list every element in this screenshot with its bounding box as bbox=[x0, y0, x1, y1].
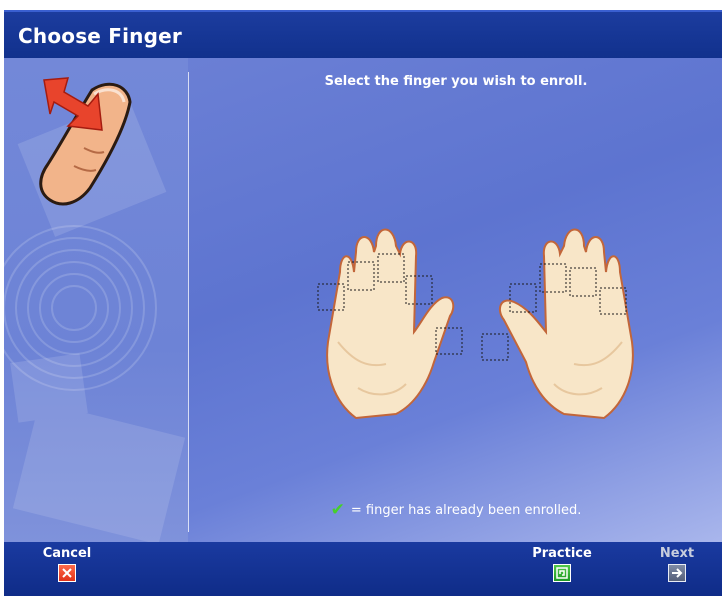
left-hand bbox=[326, 228, 455, 420]
arrow-right-icon bbox=[668, 564, 686, 582]
vertical-divider bbox=[188, 72, 189, 532]
cancel-button[interactable]: Cancel bbox=[38, 546, 96, 582]
practice-label: Practice bbox=[532, 546, 592, 561]
dialog-title: Choose Finger bbox=[18, 24, 182, 48]
close-icon bbox=[58, 564, 76, 582]
legend-text: = finger has already been enrolled. bbox=[350, 503, 582, 518]
enrollment-wizard-window: Choose Finger Select the finger you wish… bbox=[4, 0, 722, 596]
title-bar: Choose Finger bbox=[4, 10, 722, 58]
sidebar-illustration bbox=[4, 77, 186, 542]
right-hand bbox=[498, 228, 634, 420]
bottom-navigation-bar: Cancel Practice Next bbox=[4, 542, 722, 596]
sidebar-panel bbox=[4, 58, 188, 542]
next-label: Next bbox=[659, 546, 695, 561]
checkmark-icon: ✔ bbox=[330, 500, 345, 520]
content-area: Select the finger you wish to enroll. ✔ … bbox=[4, 58, 722, 542]
finger-target-right-thumb[interactable] bbox=[481, 333, 509, 361]
enrolled-legend: ✔ = finger has already been enrolled. bbox=[190, 500, 722, 520]
hands-diagram bbox=[317, 228, 634, 420]
cancel-label: Cancel bbox=[42, 546, 92, 561]
practice-icon bbox=[553, 564, 571, 582]
next-button[interactable]: Next bbox=[654, 546, 700, 582]
instruction-text: Select the finger you wish to enroll. bbox=[324, 74, 588, 89]
practice-button[interactable]: Practice bbox=[522, 546, 602, 582]
